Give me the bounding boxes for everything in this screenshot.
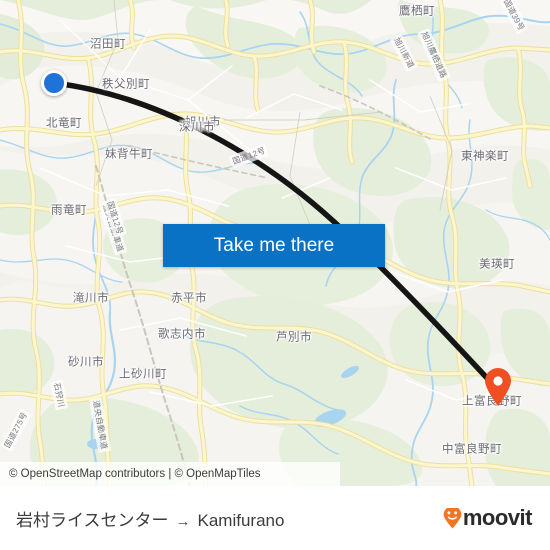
moovit-wordmark: moovit bbox=[462, 505, 533, 530]
map-canvas[interactable]: 沼田町 鷹栖町 秩父別町 旭川市 北竜町 東神楽町 妹背牛町 深川市 雨竜町 美瑛町 滝川市 赤平市歌… bbox=[0, 0, 550, 486]
route-summary: 岩村ライスセンター → Kamifurano bbox=[16, 506, 284, 531]
attribution-text: © OpenStreetMap contributors | © OpenMap… bbox=[9, 468, 261, 480]
moovit-logo[interactable]: moovit bbox=[443, 505, 533, 530]
map-attribution: © OpenStreetMap contributors | © OpenMap… bbox=[0, 462, 340, 486]
destination-pin[interactable] bbox=[483, 367, 513, 407]
destination-name: Kamifurano bbox=[197, 510, 285, 530]
origin-location-dot[interactable] bbox=[41, 70, 67, 96]
footer-bar: 岩村ライスセンター → Kamifurano moovit bbox=[0, 486, 550, 550]
arrow-icon: → bbox=[175, 512, 191, 530]
take-me-there-button[interactable]: Take me there bbox=[163, 224, 385, 267]
origin-name: 岩村ライスセンター bbox=[16, 510, 169, 530]
moovit-pin-icon bbox=[443, 507, 462, 529]
moovit-trip-map-card: 沼田町 鷹栖町 秩父別町 旭川市 北竜町 東神楽町 妹背牛町 深川市 雨竜町 美瑛町 滝川市 赤平市歌… bbox=[0, 0, 550, 550]
